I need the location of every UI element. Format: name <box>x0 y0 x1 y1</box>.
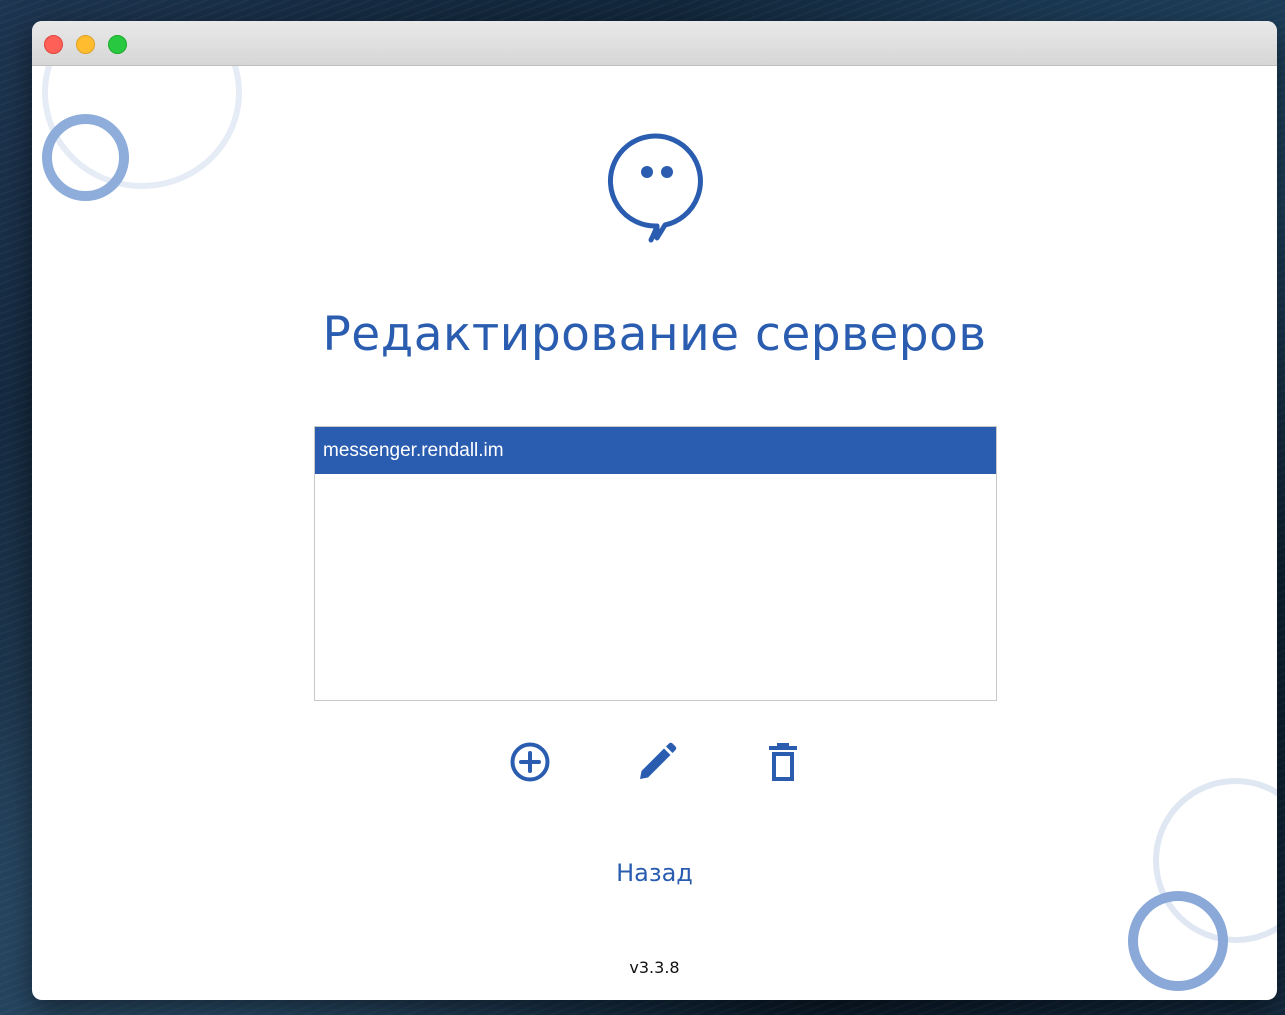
window-titlebar[interactable] <box>32 21 1277 66</box>
version-label: v3.3.8 <box>629 958 680 977</box>
server-list-item[interactable]: messenger.rendall.im <box>315 427 996 474</box>
server-list[interactable]: messenger.rendall.im <box>314 426 997 701</box>
back-link-row: Назад <box>32 859 1277 887</box>
delete-server-button[interactable] <box>758 737 808 787</box>
window-close-button[interactable] <box>44 35 63 54</box>
page-title: Редактирование серверов <box>322 307 987 362</box>
add-server-button[interactable] <box>505 737 555 787</box>
window-minimize-button[interactable] <box>76 35 95 54</box>
app-window: Редактирование серверов messenger.rendal… <box>32 21 1277 1000</box>
edit-server-button[interactable] <box>632 737 682 787</box>
server-actions <box>32 737 1277 787</box>
chat-bubble-icon <box>607 133 703 243</box>
main-content: Редактирование серверов messenger.rendal… <box>32 21 1277 1000</box>
add-circle-icon <box>510 742 550 782</box>
trash-icon <box>769 743 797 781</box>
window-maximize-button[interactable] <box>108 35 127 54</box>
pencil-icon <box>640 742 677 779</box>
server-address: messenger.rendall.im <box>323 440 504 461</box>
back-button[interactable]: Назад <box>616 859 693 887</box>
